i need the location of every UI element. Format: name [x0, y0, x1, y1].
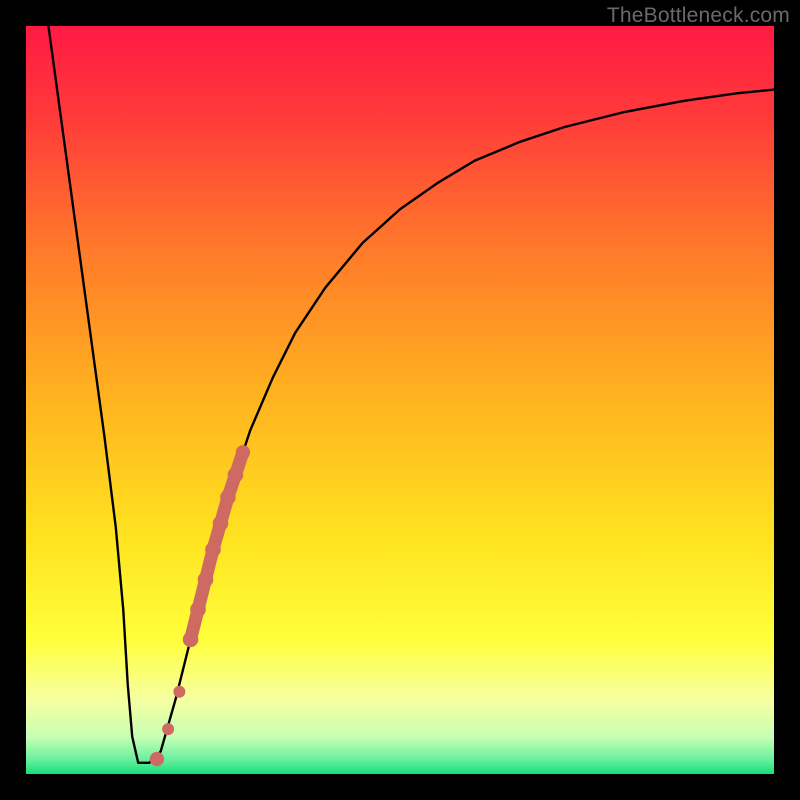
highlight-point	[228, 467, 244, 483]
highlight-point	[236, 445, 250, 459]
highlight-point	[183, 632, 199, 648]
highlight-point	[190, 602, 206, 618]
highlight-point	[173, 686, 185, 698]
watermark-text: TheBottleneck.com	[607, 4, 790, 28]
highlight-point	[162, 723, 174, 735]
chart-svg	[26, 26, 774, 774]
gradient-background	[26, 26, 774, 774]
plot-area	[26, 26, 774, 774]
chart-container: TheBottleneck.com	[0, 0, 800, 800]
highlight-point	[198, 572, 214, 588]
highlight-point	[150, 752, 164, 766]
highlight-point	[220, 489, 236, 505]
highlight-point	[205, 542, 221, 558]
highlight-point	[213, 516, 229, 532]
